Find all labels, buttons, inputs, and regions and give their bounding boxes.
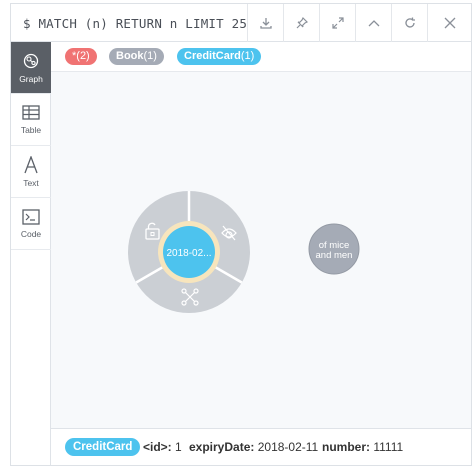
graph-icon bbox=[23, 53, 39, 68]
sidebar-item-table[interactable]: Table bbox=[11, 94, 51, 146]
prop-number: number: 11111 bbox=[322, 440, 403, 454]
refresh-icon bbox=[404, 17, 415, 28]
footer-label-pill[interactable]: CreditCard bbox=[65, 438, 141, 456]
text-icon bbox=[24, 155, 38, 173]
node-caption-line2: and men bbox=[316, 250, 353, 261]
node-creditcard[interactable]: 2018-02... bbox=[158, 221, 220, 283]
sidebar-item-label: Code bbox=[20, 228, 42, 239]
rerun-button[interactable] bbox=[391, 4, 427, 42]
download-button[interactable] bbox=[247, 4, 283, 42]
sidebar-item-code[interactable]: Code bbox=[11, 198, 51, 250]
pin-button[interactable] bbox=[283, 4, 319, 42]
result-header: $ MATCH (n) RETURN n LIMIT 25 bbox=[11, 4, 471, 42]
pin-icon bbox=[296, 16, 308, 29]
legend-count: (2) bbox=[76, 50, 90, 62]
prop-key: expiryDate: bbox=[189, 440, 255, 454]
graph-canvas[interactable]: 2018-02... of mice and men bbox=[51, 72, 471, 428]
download-icon bbox=[259, 18, 272, 29]
table-icon bbox=[22, 104, 40, 120]
legend-label: CreditCard bbox=[184, 50, 241, 62]
sidebar-item-label: Text bbox=[23, 177, 39, 188]
prop-expirydate: expiryDate: 2018-02-11 bbox=[189, 440, 318, 454]
close-button[interactable] bbox=[427, 4, 471, 42]
prop-key: number: bbox=[322, 440, 370, 454]
legend-pill-all[interactable]: *(2) bbox=[65, 48, 97, 65]
sidebar-item-graph[interactable]: Graph bbox=[11, 42, 51, 94]
fullscreen-button[interactable] bbox=[319, 4, 355, 42]
node-book[interactable]: of mice and men bbox=[308, 223, 360, 275]
view-sidebar: Graph Table Text Code bbox=[11, 42, 51, 465]
code-icon bbox=[22, 208, 40, 225]
legend-count: (1) bbox=[240, 50, 255, 62]
collapse-button[interactable] bbox=[355, 4, 391, 42]
legend-pill-book[interactable]: Book(1) bbox=[109, 48, 164, 65]
property-footer: CreditCard <id>: 1 expiryDate: 2018-02-1… bbox=[51, 428, 471, 465]
legend-bar: *(2) Book(1) CreditCard(1) bbox=[51, 42, 471, 72]
sidebar-item-text[interactable]: Text bbox=[11, 146, 51, 198]
legend-pill-creditcard[interactable]: CreditCard(1) bbox=[177, 48, 262, 65]
sidebar-item-label: Table bbox=[20, 124, 42, 135]
result-frame: $ MATCH (n) RETURN n LIMIT 25 Graph Tabl… bbox=[10, 3, 472, 466]
node-caption: 2018-02... bbox=[166, 248, 211, 259]
query-text[interactable]: $ MATCH (n) RETURN n LIMIT 25 bbox=[23, 16, 247, 31]
prop-value: 11111 bbox=[373, 440, 404, 454]
prop-id: <id>: 1 bbox=[143, 440, 182, 454]
sidebar-item-label: Graph bbox=[19, 73, 43, 84]
expand-icon bbox=[331, 17, 344, 29]
collapse-icon bbox=[368, 20, 379, 27]
prop-value: 2018-02-11 bbox=[257, 440, 319, 454]
prop-value: 1 bbox=[175, 440, 182, 454]
legend-label: Book bbox=[116, 50, 144, 62]
legend-count: (1) bbox=[143, 50, 157, 62]
close-icon bbox=[444, 17, 455, 29]
prop-key: <id>: bbox=[143, 440, 172, 454]
